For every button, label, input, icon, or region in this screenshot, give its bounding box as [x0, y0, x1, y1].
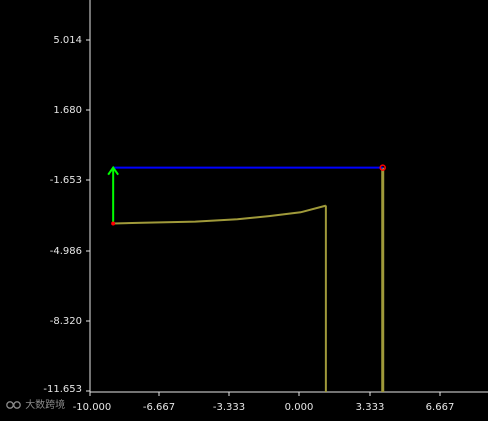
x-tick-label: -10.000	[73, 402, 112, 413]
y-tick-label: -4.986	[50, 246, 82, 257]
x-tick-label: -6.667	[143, 402, 175, 413]
watermark-logo-icon	[6, 399, 22, 411]
x-axis-ticks: -10.000 -6.667 -3.333 0.000 3.333 6.667	[73, 392, 455, 413]
x-tick-label: 0.000	[285, 402, 314, 413]
axes	[89, 0, 488, 393]
start-point-marker	[111, 221, 116, 226]
viewport-canvas: 5.014 1.680 -1.653 -4.986 -8.320 -11.653…	[43, 0, 488, 413]
x-tick-label: 6.667	[426, 402, 455, 413]
y-tick-label: -8.320	[50, 316, 82, 327]
watermark: 大数跨境	[6, 398, 65, 414]
scene	[107, 164, 386, 392]
y-tick-label: -11.653	[43, 384, 82, 395]
cnc-simulation-viewport[interactable]: 5.014 1.680 -1.653 -4.986 -8.320 -11.653…	[0, 0, 488, 417]
watermark-label: 大数跨境	[25, 400, 66, 411]
y-tick-label: 1.680	[53, 105, 82, 116]
y-axis-ticks: 5.014 1.680 -1.653 -4.986 -8.320 -11.653	[43, 35, 90, 395]
y-tick-label: -1.653	[50, 175, 82, 186]
y-tick-label: 5.014	[53, 35, 82, 46]
tool-profile-curve	[113, 204, 327, 225]
x-tick-label: -3.333	[213, 402, 245, 413]
x-tick-label: 3.333	[356, 402, 385, 413]
